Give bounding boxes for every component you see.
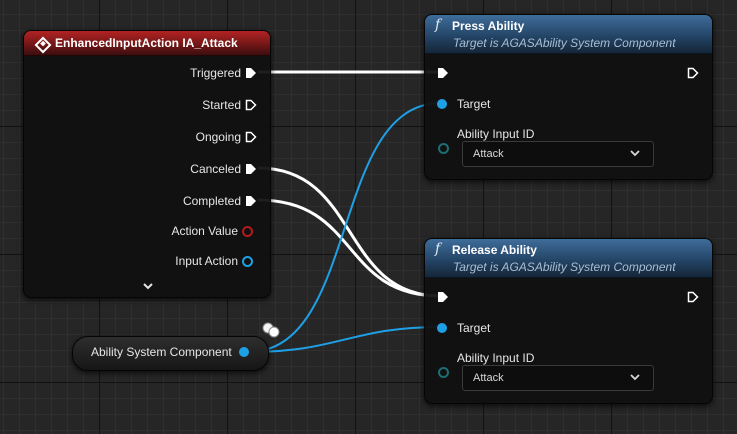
ability-input-id-dropdown[interactable]: Attack <box>462 365 654 391</box>
variable-label: Ability System Component <box>91 345 232 359</box>
release-ability-header[interactable]: f Release Ability Target is AGASAbility … <box>425 239 712 278</box>
press-ability-header[interactable]: f Press Ability Target is AGASAbility Sy… <box>425 15 712 54</box>
release-ability-title: Release Ability <box>452 243 537 257</box>
dropdown-value: Attack <box>473 372 504 384</box>
pin-label-triggered: Triggered <box>190 66 241 80</box>
chevron-down-icon <box>630 374 640 381</box>
event-icon <box>34 36 52 54</box>
target-label: Target <box>457 321 491 335</box>
pin-label-ongoing: Ongoing <box>195 130 241 144</box>
release-ability-node[interactable]: f Release Ability Target is AGASAbility … <box>424 238 713 404</box>
multiple-connections-icon <box>262 322 280 338</box>
exec-out-pin-icon[interactable] <box>687 67 699 79</box>
ability-system-component-variable-node[interactable]: Ability System Component <box>72 336 269 371</box>
exec-pin-filled-icon[interactable] <box>245 67 257 79</box>
ability-input-id-label: Ability Input ID <box>457 351 535 365</box>
ability-input-id-pin[interactable] <box>438 367 449 378</box>
enhanced-input-action-node[interactable]: EnhancedInputAction IA_Attack Triggered … <box>23 30 271 298</box>
event-node-title: EnhancedInputAction IA_Attack <box>55 36 238 50</box>
dropdown-value: Attack <box>473 148 504 160</box>
press-ability-subtitle: Target is AGASAbility System Component <box>453 36 676 50</box>
object-wire-press-target <box>247 102 442 353</box>
target-label: Target <box>457 97 491 111</box>
function-icon: f <box>435 241 441 257</box>
action-value-pin[interactable] <box>242 226 253 237</box>
pin-label-action-value: Action Value <box>171 224 239 238</box>
exec-pin-hollow-icon[interactable] <box>245 99 257 111</box>
exec-out-pin-icon[interactable] <box>687 291 699 303</box>
input-action-pin[interactable] <box>242 256 253 267</box>
pin-label-input-action: Input Action <box>175 254 238 268</box>
exec-pin-hollow-icon[interactable] <box>245 131 257 143</box>
exec-pin-filled-icon[interactable] <box>245 195 257 207</box>
ability-input-id-pin[interactable] <box>438 143 449 154</box>
ability-input-id-dropdown[interactable]: Attack <box>462 141 654 167</box>
exec-wire-canceled <box>257 166 442 298</box>
variable-output-pin[interactable] <box>239 347 249 357</box>
function-icon: f <box>435 17 441 33</box>
chevron-down-icon <box>630 150 640 157</box>
release-ability-subtitle: Target is AGASAbility System Component <box>453 260 676 274</box>
exec-in-pin-icon[interactable] <box>437 291 449 303</box>
expand-chevron-icon[interactable] <box>141 281 155 291</box>
target-pin[interactable] <box>437 323 447 333</box>
exec-in-pin-icon[interactable] <box>437 67 449 79</box>
ability-input-id-label: Ability Input ID <box>457 127 535 141</box>
pin-label-completed: Completed <box>182 194 241 208</box>
pin-label-started: Started <box>202 98 241 112</box>
press-ability-node[interactable]: f Press Ability Target is AGASAbility Sy… <box>424 14 713 180</box>
pin-label-canceled: Canceled <box>190 162 241 176</box>
target-pin[interactable] <box>437 99 447 109</box>
press-ability-title: Press Ability <box>452 19 525 33</box>
event-node-header[interactable]: EnhancedInputAction IA_Attack <box>24 31 270 56</box>
exec-pin-filled-icon[interactable] <box>245 163 257 175</box>
